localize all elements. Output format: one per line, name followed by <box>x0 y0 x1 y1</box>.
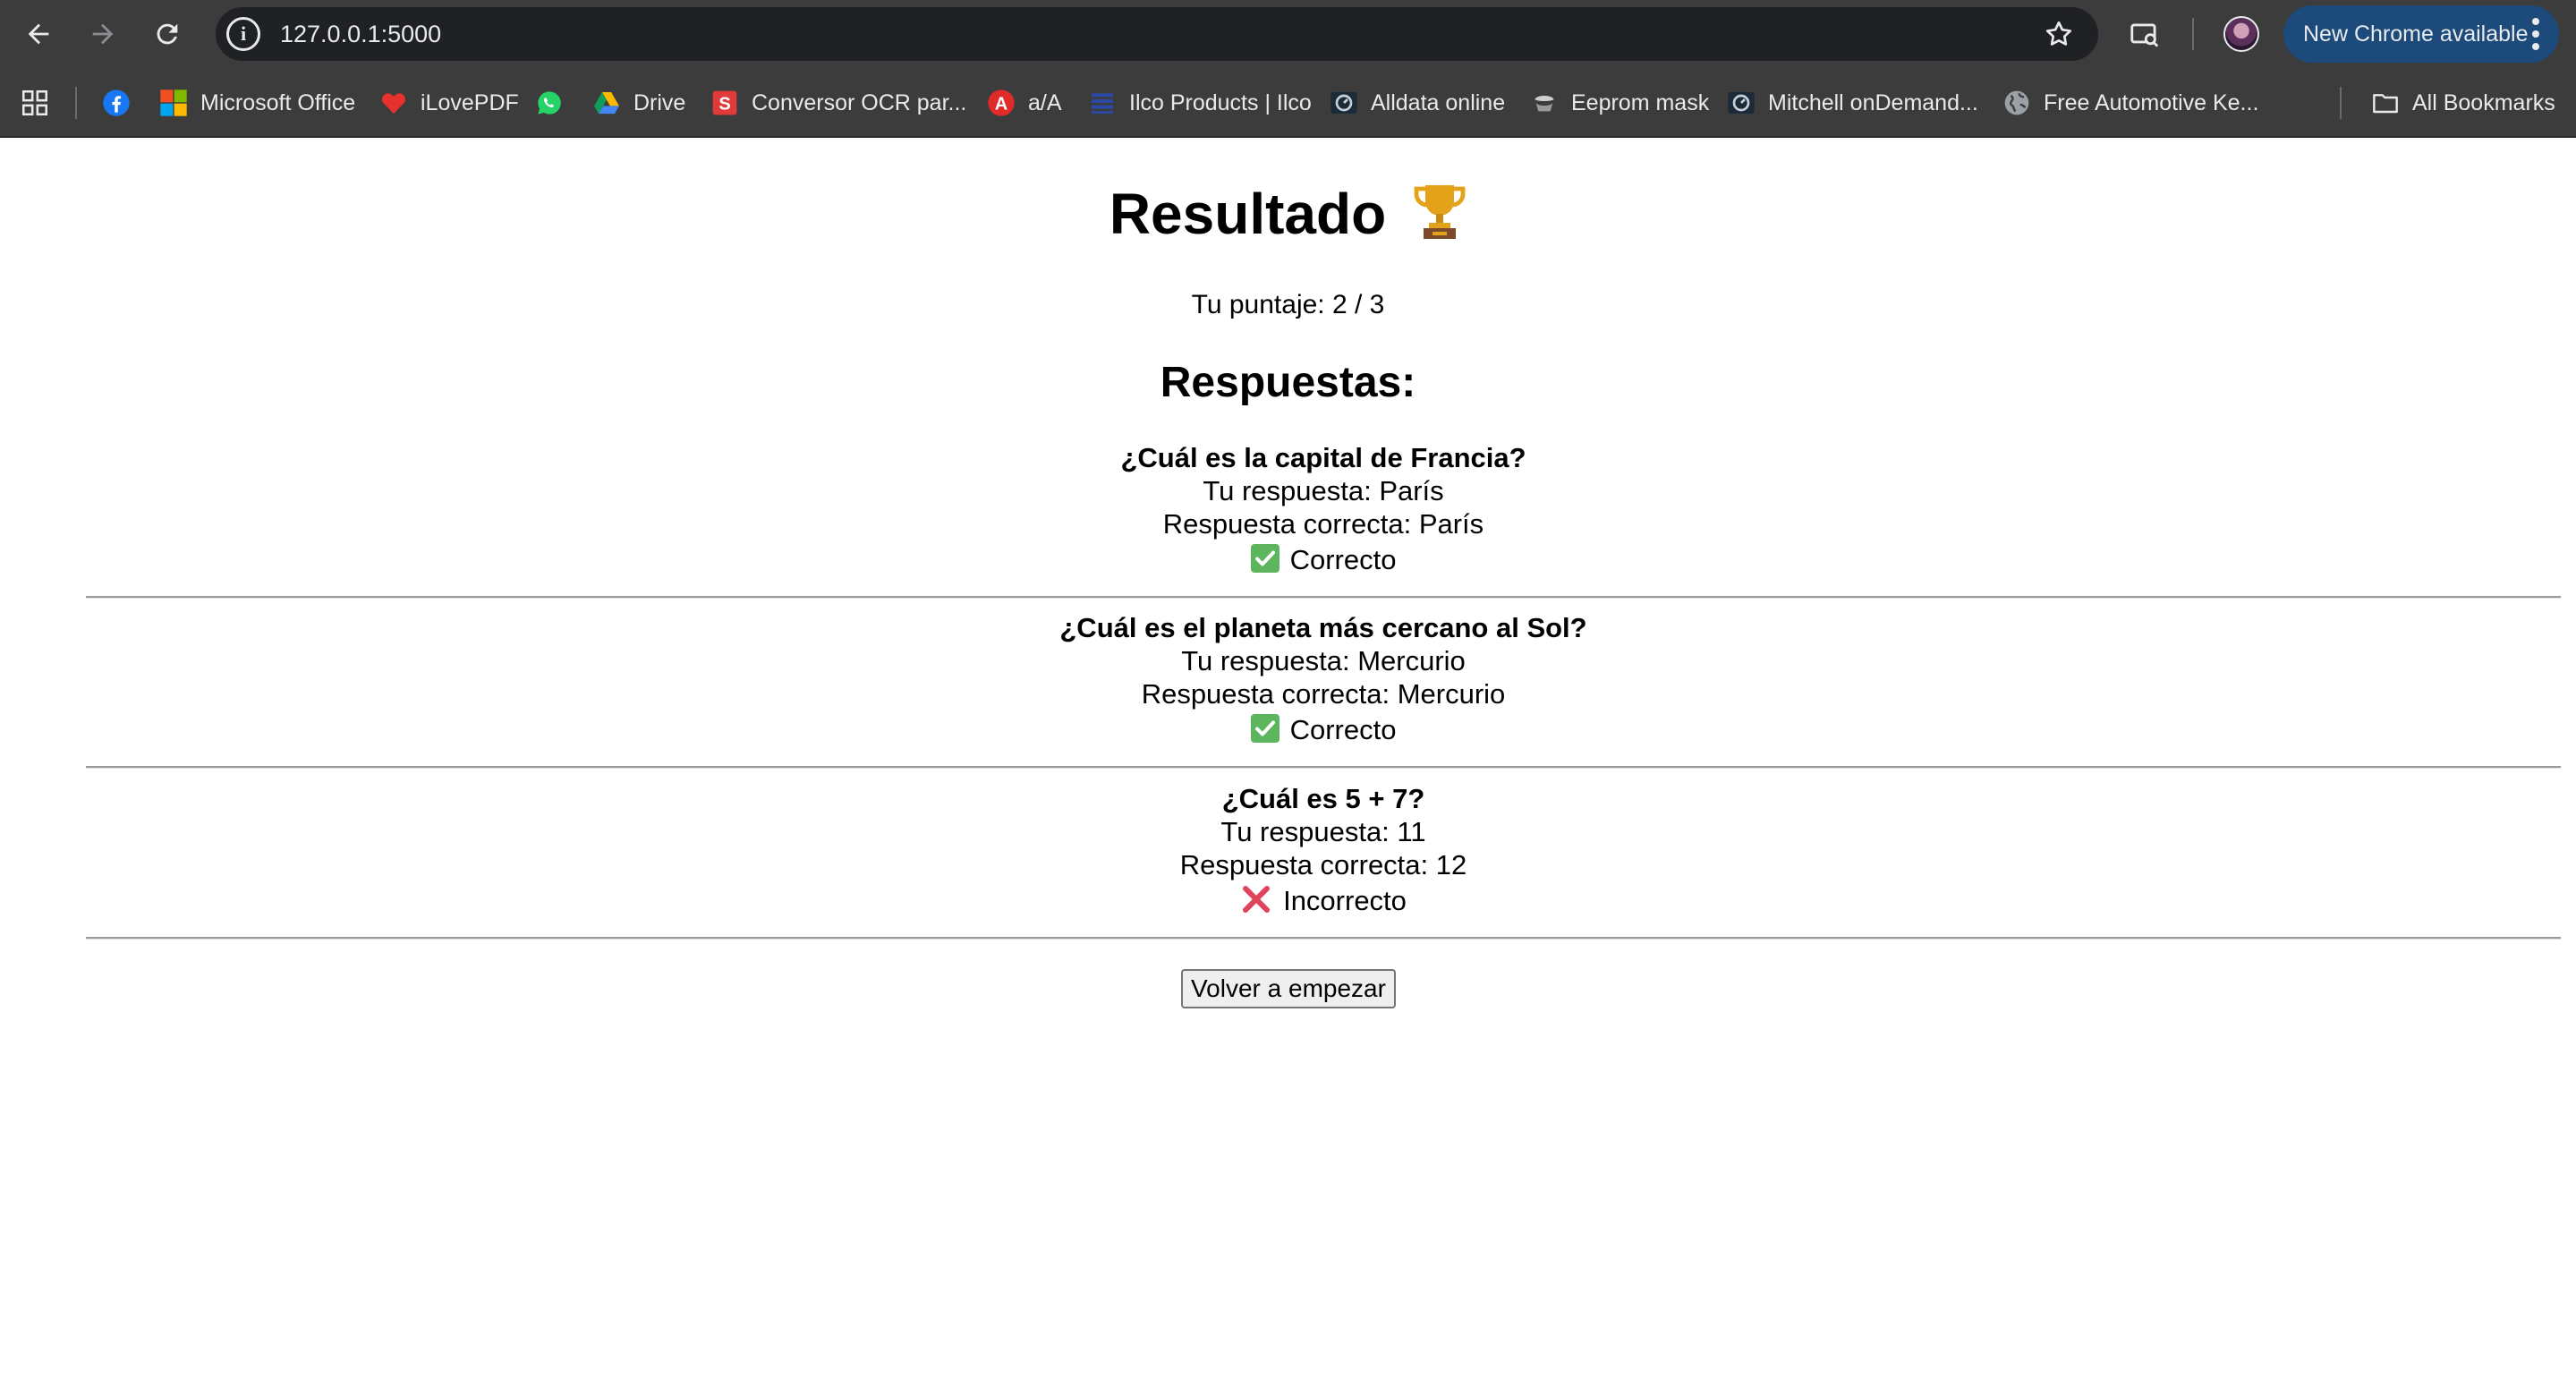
url-text: 127.0.0.1:5000 <box>280 20 442 47</box>
address-bar[interactable]: i 127.0.0.1:5000 <box>216 7 2098 61</box>
bookmark-label: Microsoft Office <box>200 89 356 115</box>
bookmark-label: a/A <box>1028 89 1062 115</box>
bookmark-eeprom-mask[interactable]: Eeprom mask <box>1530 85 1709 121</box>
arrow-left-icon <box>28 23 49 45</box>
bookmark-microsoft-office[interactable]: Microsoft Office <box>159 85 355 121</box>
bookmark-label: Mitchell onDemand... <box>1768 89 1978 115</box>
answer-item: ¿Cuál es la capital de Francia? Tu respu… <box>86 441 2561 580</box>
correct-answer: Respuesta correcta: Mercurio <box>1141 678 1506 710</box>
text-case-icon: A <box>987 89 1016 117</box>
new-chrome-available-button[interactable]: New Chrome available <box>2283 5 2559 63</box>
your-answer: Tu respuesta: París <box>1203 475 1444 506</box>
reload-button[interactable] <box>134 0 200 68</box>
page-title: Resultado <box>1109 182 1387 246</box>
score-text: Tu puntaje: 2 / 3 <box>1191 290 1385 319</box>
answer-item: ¿Cuál es el planeta más cercano al Sol? … <box>86 611 2561 750</box>
your-answer: Tu respuesta: Mercurio <box>1181 645 1466 676</box>
svg-text:S: S <box>718 94 730 114</box>
bookmark-label: Eeprom mask <box>1571 89 1710 115</box>
bookmark-drive[interactable]: Drive <box>592 85 685 121</box>
ilco-icon <box>1088 89 1117 117</box>
globe-icon <box>2002 89 2031 117</box>
browser-toolbar: i 127.0.0.1:5000 New Chrome available <box>0 0 2576 68</box>
question-text: ¿Cuál es la capital de Francia? <box>1120 442 1526 473</box>
check-icon <box>1250 544 1279 573</box>
bookmark-free-automotive[interactable]: Free Automotive Ke... <box>2002 85 2258 121</box>
facebook-icon <box>102 89 131 117</box>
more-menu-icon[interactable] <box>2532 18 2539 50</box>
check-icon <box>1250 714 1279 743</box>
new-chrome-label: New Chrome available <box>2303 21 2529 47</box>
divider <box>86 766 2561 769</box>
question-text: ¿Cuál es el planeta más cercano al Sol? <box>1059 612 1587 643</box>
correct-answer: Respuesta correcta: 12 <box>1179 849 1467 880</box>
bookmark-text-case[interactable]: A a/A <box>987 85 1062 121</box>
bookmark-label: iLovePDF <box>421 89 519 115</box>
result-row: Correcto <box>86 710 2561 750</box>
apps-grid-icon[interactable] <box>20 88 50 118</box>
arrow-right-icon <box>92 23 114 45</box>
eeprom-icon <box>1530 89 1559 117</box>
bookmarks-divider <box>75 87 77 119</box>
bookmark-label: Conversor OCR par... <box>752 89 967 115</box>
bookmark-whatsapp[interactable] <box>535 85 576 121</box>
tab-search-icon[interactable] <box>2128 18 2162 52</box>
back-button[interactable] <box>5 0 72 68</box>
bookmark-alldata[interactable]: Alldata online <box>1330 85 1505 121</box>
google-drive-icon <box>592 89 621 117</box>
result-text: Correcto <box>1289 544 1397 575</box>
bookmark-ilovepdf[interactable]: iLovePDF <box>379 85 519 121</box>
correct-answer: Respuesta correcta: París <box>1162 508 1484 540</box>
bookmark-mitchell[interactable]: Mitchell onDemand... <box>1727 85 1978 121</box>
answers-heading: Respuestas: <box>1160 359 1416 406</box>
bookmark-star-icon[interactable] <box>2043 18 2075 50</box>
answer-item: ¿Cuál es 5 + 7? Tu respuesta: 11 Respues… <box>86 782 2561 921</box>
result-text: Correcto <box>1289 714 1397 745</box>
svg-text:A: A <box>995 94 1007 114</box>
ocr-converter-icon: S <box>710 89 739 117</box>
microsoft-office-icon <box>159 89 188 117</box>
question-text: ¿Cuál es 5 + 7? <box>1221 783 1425 814</box>
restart-button[interactable]: Volver a empezar <box>1181 969 1396 1008</box>
bookmarks-bar: Microsoft Office iLovePDF Drive S Conver… <box>0 68 2576 138</box>
divider <box>86 596 2561 599</box>
ilovepdf-icon <box>379 89 408 117</box>
whatsapp-icon <box>535 89 564 117</box>
result-text: Incorrecto <box>1283 885 1407 916</box>
bookmark-ilco[interactable]: Ilco Products | Ilco <box>1088 85 1312 121</box>
mitchell-icon <box>1727 89 1756 117</box>
folder-icon <box>2371 89 2400 117</box>
bookmark-facebook[interactable] <box>102 85 143 121</box>
bookmark-label: Drive <box>633 89 686 115</box>
forward-button[interactable] <box>70 0 136 68</box>
cross-icon <box>1240 883 1272 915</box>
page-content: Resultado Tu puntaje: 2 / 3 Respuestas: … <box>0 138 2576 1395</box>
your-answer: Tu respuesta: 11 <box>1220 816 1426 847</box>
profile-avatar[interactable] <box>2223 16 2259 52</box>
bookmark-label: Free Automotive Ke... <box>2044 89 2259 115</box>
trophy-icon <box>1414 185 1466 239</box>
result-row: Incorrecto <box>86 881 2561 921</box>
bookmark-label: Ilco Products | Ilco <box>1129 89 1312 115</box>
site-info-icon[interactable]: i <box>226 17 260 51</box>
page-title-row: Resultado <box>0 181 2576 247</box>
divider <box>86 937 2561 940</box>
reload-icon <box>157 23 178 45</box>
all-bookmarks-button[interactable]: All Bookmarks <box>2371 85 2555 121</box>
toolbar-divider <box>2192 18 2194 50</box>
alldata-icon <box>1330 89 1358 117</box>
result-row: Correcto <box>86 540 2561 580</box>
bookmarks-divider <box>2340 87 2342 119</box>
bookmark-conversor-ocr[interactable]: S Conversor OCR par... <box>710 85 966 121</box>
bookmark-label: Alldata online <box>1371 89 1506 115</box>
all-bookmarks-label: All Bookmarks <box>2412 89 2555 115</box>
